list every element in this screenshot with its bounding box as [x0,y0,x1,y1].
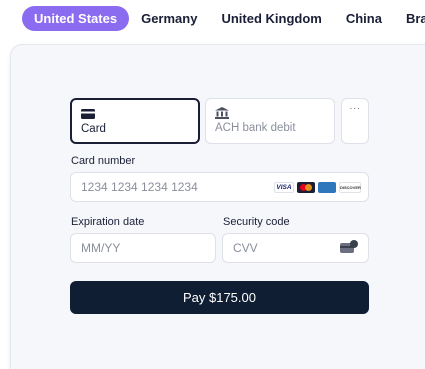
country-tabs: United States Germany United Kingdom Chi… [22,6,425,31]
tab-brazil[interactable]: Brazil [394,6,425,31]
card-number-input[interactable] [81,173,251,201]
cvv-icon [340,240,358,253]
visa-icon: VISA [274,182,294,193]
mastercard-icon [297,182,315,193]
pay-button[interactable]: Pay $175.00 [70,281,369,314]
security-code-label: Security code [223,216,290,228]
expiration-date-field [70,233,216,263]
bank-icon [215,107,229,119]
tab-united-states[interactable]: United States [22,6,130,31]
more-icon: ··· [349,103,361,114]
payment-method-card[interactable]: Card [70,98,200,144]
tab-united-kingdom[interactable]: United Kingdom [209,6,333,31]
card-number-field: VISA DISCOVER [70,172,369,202]
tab-germany[interactable]: Germany [129,6,209,31]
card-number-label: Card number [71,155,136,167]
discover-icon: DISCOVER [339,182,361,193]
expiration-date-input[interactable] [81,234,201,262]
payment-method-card-label: Card [81,123,106,135]
security-code-field [222,233,369,263]
payment-method-ach-label: ACH bank debit [215,122,296,134]
credit-card-icon [81,109,95,119]
amex-icon [318,182,336,193]
payment-form-panel [10,44,425,369]
security-code-input[interactable] [233,234,333,262]
more-payment-methods-button[interactable]: ··· [341,98,369,144]
expiration-date-label: Expiration date [71,216,145,228]
payment-method-ach[interactable]: ACH bank debit [205,98,335,144]
tab-china[interactable]: China [334,6,394,31]
